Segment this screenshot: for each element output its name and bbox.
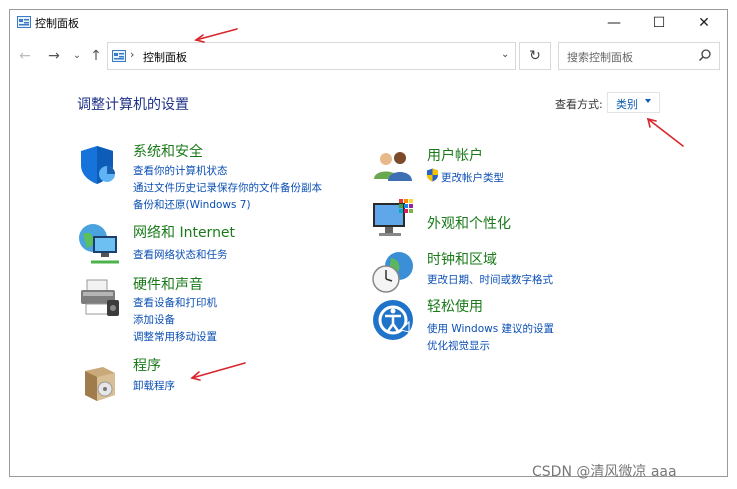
category-title-hardware-sound[interactable]: 硬件和声音 (133, 274, 203, 294)
search-icon[interactable] (698, 48, 712, 62)
close-button[interactable]: ✕ (682, 10, 726, 36)
clock-globe-icon[interactable] (371, 250, 415, 294)
link-windows-recommended-settings[interactable]: 使用 Windows 建议的设置 (427, 321, 554, 336)
link-change-date-time-format[interactable]: 更改日期、时间或数字格式 (427, 272, 553, 287)
search-input[interactable]: 搜索控制面板 (558, 42, 720, 70)
address-dropdown-icon[interactable]: ⌄ (501, 49, 509, 60)
category-title-system-security[interactable]: 系统和安全 (133, 141, 203, 161)
page-heading: 调整计算机的设置 (77, 97, 189, 113)
link-change-account-type[interactable]: 更改帐户类型 (441, 170, 504, 185)
breadcrumb-separator-icon[interactable]: › (130, 48, 134, 61)
dropdown-caret-icon (645, 99, 651, 103)
watermark-text: CSDN @清风微凉 aaa (532, 464, 677, 480)
link-backup-restore-win7[interactable]: 备份和还原(Windows 7) (133, 197, 251, 212)
recent-locations-button[interactable]: ⌄ (68, 46, 86, 66)
category-title-network-internet[interactable]: 网络和 Internet (133, 222, 235, 242)
address-toolbar: ← → ⌄ ↑ › 控制面板 ⌄ ↻ 搜索控制面板 (10, 42, 727, 70)
link-network-status-tasks[interactable]: 查看网络状态和任务 (133, 247, 228, 262)
minimize-button[interactable]: — (592, 10, 636, 36)
monitor-icon[interactable] (371, 197, 415, 241)
view-by-label: 查看方式: (555, 98, 603, 111)
link-add-device[interactable]: 添加设备 (133, 312, 175, 327)
network-globe-icon[interactable] (77, 222, 121, 266)
view-by-dropdown[interactable]: 类别 (607, 92, 660, 113)
category-title-user-accounts[interactable]: 用户帐户 (427, 145, 483, 165)
maximize-button[interactable]: ☐ (637, 10, 681, 36)
breadcrumb-control-panel[interactable]: 控制面板 (143, 49, 187, 65)
link-optimize-visual-display[interactable]: 优化视觉显示 (427, 338, 490, 353)
printer-icon[interactable] (77, 276, 121, 320)
shield-icon[interactable] (77, 143, 121, 187)
ease-of-access-icon[interactable] (371, 298, 415, 342)
search-placeholder: 搜索控制面板 (567, 51, 633, 64)
back-button[interactable]: ← (16, 46, 34, 66)
category-title-appearance[interactable]: 外观和个性化 (427, 213, 511, 233)
category-title-clock-region[interactable]: 时钟和区域 (427, 249, 497, 269)
category-title-ease-of-access[interactable]: 轻松使用 (427, 296, 483, 316)
control-panel-window: 控制面板 — ☐ ✕ ← → ⌄ ↑ › 控制面板 ⌄ ↻ 搜索控制面板 调整计… (9, 9, 728, 477)
window-title: 控制面板 (35, 17, 79, 30)
category-title-programs[interactable]: 程序 (133, 355, 161, 375)
link-mobility-settings[interactable]: 调整常用移动设置 (133, 329, 217, 344)
forward-button[interactable]: → (45, 46, 63, 66)
control-panel-icon (112, 50, 126, 62)
link-view-computer-status[interactable]: 查看你的计算机状态 (133, 163, 228, 178)
link-devices-printers[interactable]: 查看设备和打印机 (133, 295, 217, 310)
up-button[interactable]: ↑ (87, 46, 105, 66)
link-file-history-backup[interactable]: 通过文件历史记录保存你的文件备份副本 (133, 180, 322, 195)
uac-shield-icon (427, 168, 438, 182)
users-icon[interactable] (371, 145, 415, 189)
refresh-button[interactable]: ↻ (519, 42, 551, 70)
control-panel-icon (17, 16, 31, 28)
title-bar: 控制面板 — ☐ ✕ (10, 10, 727, 36)
address-box[interactable]: › 控制面板 ⌄ (107, 42, 516, 70)
link-uninstall-program[interactable]: 卸载程序 (133, 378, 175, 393)
view-by-value: 类别 (616, 98, 638, 111)
program-box-icon[interactable] (77, 361, 121, 405)
